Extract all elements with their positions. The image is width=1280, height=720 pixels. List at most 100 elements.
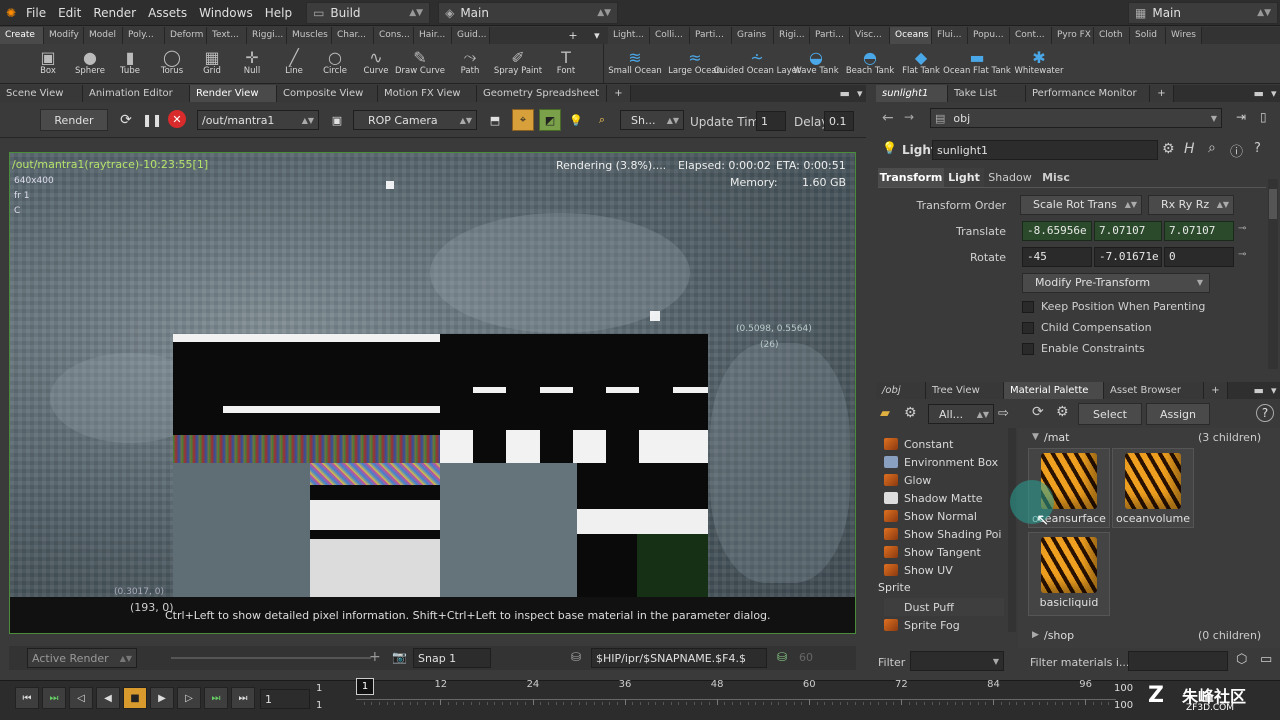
- list-scrollbar[interactable]: [1008, 428, 1016, 632]
- search-icon[interactable]: ⌕: [1208, 140, 1216, 156]
- forward-arrow-icon[interactable]: →: [904, 110, 914, 124]
- menu-help[interactable]: Help: [259, 6, 298, 20]
- delay-field[interactable]: 0.1: [824, 111, 854, 131]
- menu-file[interactable]: File: [20, 6, 52, 20]
- tool-path[interactable]: ⤳ Path: [448, 44, 492, 84]
- list-item[interactable]: Shadow Matte: [884, 489, 983, 507]
- shelf-tab[interactable]: Colli...: [650, 27, 690, 44]
- help-h-icon[interactable]: H: [1184, 141, 1195, 157]
- shelf-tab[interactable]: Guid...: [452, 27, 490, 44]
- tool-ocean-flat-tank[interactable]: ▬ Ocean Flat Tank: [943, 44, 1011, 84]
- maximize-icon[interactable]: ▬: [1254, 87, 1264, 100]
- shelf-tab[interactable]: Solid: [1130, 27, 1166, 44]
- tab-geometry-spreadsheet[interactable]: Geometry Spreadsheet: [477, 85, 607, 102]
- jump-start-icon[interactable]: ⏮: [15, 687, 39, 709]
- tab-asset-browser[interactable]: Asset Browser: [1104, 382, 1204, 399]
- menu-windows[interactable]: Windows: [193, 6, 259, 20]
- list-item[interactable]: Show Tangent: [884, 543, 981, 561]
- light-bulb-icon[interactable]: 💡: [566, 109, 586, 131]
- tool-flat-tank[interactable]: ◆ Flat Tank: [898, 44, 944, 84]
- list-item[interactable]: Show UV: [884, 561, 953, 579]
- refresh-icon[interactable]: ⟳: [1032, 404, 1044, 420]
- shelf-tab[interactable]: Poly...: [123, 27, 165, 44]
- shelf-tab[interactable]: Deform: [165, 27, 207, 44]
- shelf-tab[interactable]: Grains: [732, 27, 774, 44]
- save-icon[interactable]: ⛁: [777, 650, 787, 664]
- camera-snapshot-icon[interactable]: 📷: [392, 650, 407, 664]
- rotate-x-field[interactable]: -45: [1022, 247, 1092, 267]
- enable-constraints-checkbox[interactable]: [1022, 343, 1034, 355]
- add-pane-tab-icon[interactable]: +: [1204, 382, 1228, 399]
- tool-sphere[interactable]: ● Sphere: [68, 44, 112, 84]
- tab-light[interactable]: Light: [944, 168, 984, 187]
- timeline-ruler[interactable]: 1 12 24 36 48 60 72 84 96: [356, 678, 1116, 715]
- tool-font[interactable]: T Font: [544, 44, 588, 84]
- pin-camera-icon[interactable]: ⬒: [485, 109, 505, 131]
- play-reverse-icon[interactable]: ◀: [96, 687, 120, 709]
- next-key-icon[interactable]: ▷: [177, 687, 201, 709]
- add-pane-tab-icon[interactable]: +: [607, 85, 631, 102]
- desktop-main-dropdown[interactable]: ◈ Main ▲▼: [438, 1, 619, 24]
- playhead[interactable]: 1: [356, 678, 374, 695]
- tab-motion-fx-view[interactable]: Motion FX View: [378, 85, 477, 102]
- step-start-icon[interactable]: ⏭: [42, 687, 66, 709]
- list-item[interactable]: Constant: [884, 435, 953, 453]
- shelf-tab[interactable]: Char...: [332, 27, 374, 44]
- shelf-tab[interactable]: Light...: [608, 27, 650, 44]
- translate-x-field[interactable]: -8.65956e: [1022, 221, 1092, 241]
- stop-playback-icon[interactable]: ■: [123, 687, 147, 709]
- tab-shadow[interactable]: Shadow: [984, 168, 1036, 187]
- child-compensation-checkbox[interactable]: [1022, 322, 1034, 334]
- tool-box[interactable]: ▣ Box: [26, 44, 70, 84]
- shelf-menu-icon[interactable]: ▾: [594, 29, 600, 42]
- menu-edit[interactable]: Edit: [52, 6, 87, 20]
- tool-torus[interactable]: ◯ Torus: [150, 44, 194, 84]
- tool-curve[interactable]: ∿ Curve: [354, 44, 398, 84]
- shelf-tab[interactable]: Oceans: [890, 27, 932, 44]
- scrollbar-thumb[interactable]: [1269, 189, 1277, 219]
- jump-end-icon[interactable]: ⏭: [231, 687, 255, 709]
- shelf-tab[interactable]: Hair...: [414, 27, 452, 44]
- shelf-tab[interactable]: Riggi...: [247, 27, 287, 44]
- tool-tube[interactable]: ▮ Tube: [108, 44, 152, 84]
- list-view-icon[interactable]: ▭: [1260, 652, 1272, 667]
- gear-icon[interactable]: ⚙: [1056, 404, 1069, 420]
- region-render-icon[interactable]: ⌖: [512, 109, 534, 131]
- assign-button[interactable]: Assign: [1146, 403, 1210, 425]
- shelf-tab[interactable]: Wires: [1166, 27, 1202, 44]
- desktop-main-right-dropdown[interactable]: ▦ Main ▲▼: [1128, 1, 1278, 24]
- list-item[interactable]: Show Normal: [884, 507, 977, 525]
- help-icon[interactable]: ?: [1254, 141, 1261, 156]
- tool-whitewater[interactable]: ✱ Whitewater: [1015, 44, 1064, 84]
- tab-transform[interactable]: Transform: [878, 168, 944, 187]
- update-time-field[interactable]: 1: [756, 111, 786, 131]
- shelf-tab[interactable]: Cons...: [374, 27, 414, 44]
- rotate-y-field[interactable]: -7.01671e: [1094, 247, 1162, 267]
- list-item[interactable]: Dust Puff: [884, 598, 1004, 616]
- shelf-tab[interactable]: Pyro FX: [1052, 27, 1094, 44]
- tab-scene-view[interactable]: Scene View: [0, 85, 83, 102]
- help-icon[interactable]: ?: [1256, 404, 1274, 422]
- active-render-dropdown[interactable]: Active Render ▲▼: [27, 648, 137, 668]
- tool-line[interactable]: ╱ Line: [272, 44, 316, 84]
- tool-circle[interactable]: ○ Circle: [313, 44, 357, 84]
- pane-link-icon[interactable]: ▯: [1260, 110, 1267, 124]
- stop-icon[interactable]: ✕: [168, 110, 186, 128]
- shelf-tab[interactable]: Cont...: [1010, 27, 1052, 44]
- param-scrollbar[interactable]: [1268, 179, 1278, 369]
- network-path-field[interactable]: ▤ obj ▼: [930, 108, 1222, 128]
- list-item[interactable]: Environment Box: [884, 453, 998, 471]
- material-tile-oceanvolume[interactable]: oceanvolume: [1112, 448, 1194, 528]
- tab-animation-editor[interactable]: Animation Editor: [83, 85, 190, 102]
- output-driver-field[interactable]: /out/mantra1 ▲▼: [197, 110, 319, 130]
- tool-wave-tank[interactable]: ◒ Wave Tank: [793, 44, 839, 84]
- translate-y-field[interactable]: 7.07107: [1094, 221, 1162, 241]
- folder-icon[interactable]: ▰: [880, 406, 890, 421]
- move-right-icon[interactable]: ⇨: [998, 406, 1009, 421]
- houdini-logo-icon[interactable]: ✺: [4, 6, 18, 20]
- info-icon[interactable]: ⓘ: [1230, 141, 1243, 160]
- shelf-tab[interactable]: Cloth: [1094, 27, 1130, 44]
- tab-obj[interactable]: /obj: [876, 382, 926, 399]
- disk-icon[interactable]: ⛁: [571, 650, 581, 664]
- tab-sunlight1[interactable]: sunlight1: [876, 85, 948, 102]
